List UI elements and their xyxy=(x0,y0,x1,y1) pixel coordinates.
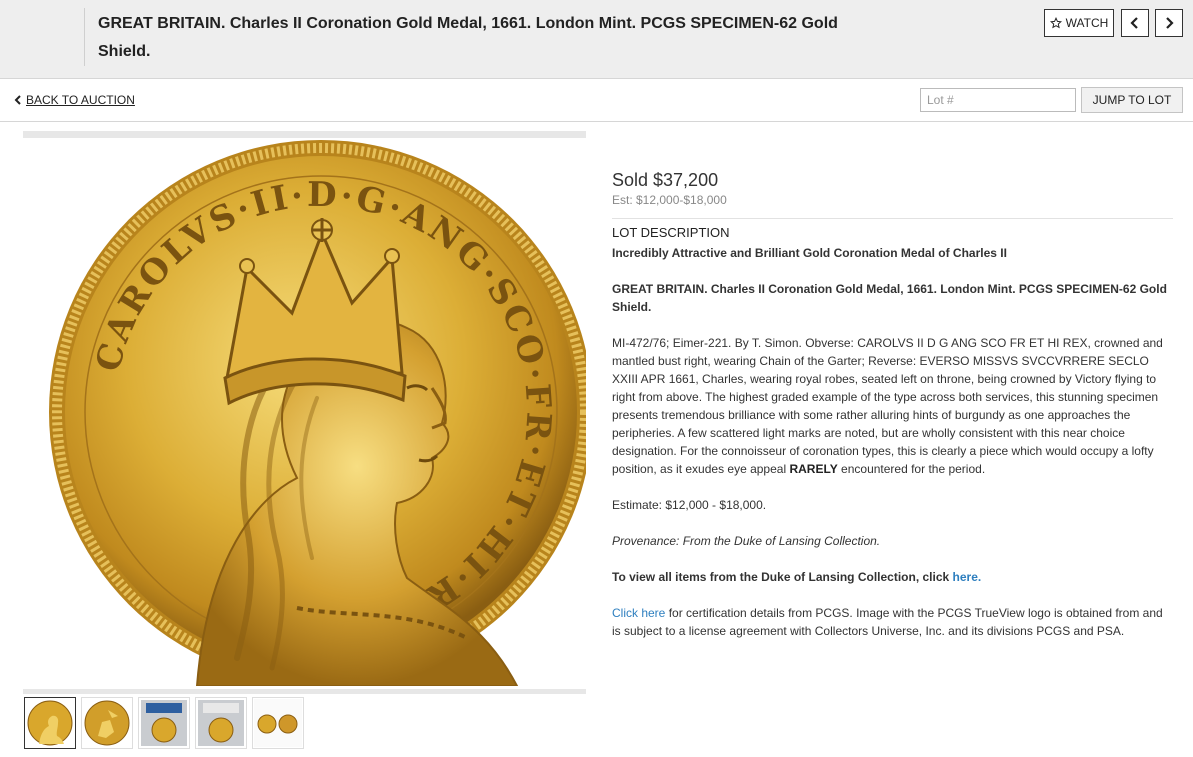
view-all-text: To view all items from the Duke of Lansi… xyxy=(612,570,950,584)
lot-description: Incredibly Attractive and Brilliant Gold… xyxy=(612,244,1173,640)
previous-lot-button[interactable] xyxy=(1121,9,1149,37)
back-label: BACK TO AUCTION xyxy=(26,93,135,107)
lot-headline: Incredibly Attractive and Brilliant Gold… xyxy=(612,246,1007,260)
next-lot-button[interactable] xyxy=(1155,9,1183,37)
lot-nav-bar: BACK TO AUCTION JUMP TO LOT xyxy=(0,79,1193,122)
divider xyxy=(612,218,1173,219)
chevron-right-icon xyxy=(1166,17,1174,29)
thumbnail-obverse[interactable] xyxy=(24,697,76,749)
trueview-thumbnail-image xyxy=(254,699,302,747)
lot-description-heading: LOT DESCRIPTION xyxy=(612,225,730,240)
watch-label: WATCH xyxy=(1065,16,1109,30)
lot-title: GREAT BRITAIN. Charles II Coronation Gol… xyxy=(612,282,1167,314)
thumbnail-slab-front[interactable] xyxy=(138,697,190,749)
jump-to-lot-button[interactable]: JUMP TO LOT xyxy=(1081,87,1183,113)
certification-text: for certification details from PCGS. Ima… xyxy=(612,606,1163,638)
thumbnail-strip xyxy=(24,697,304,749)
description-tail: encountered for the period. xyxy=(841,462,986,476)
chevron-left-icon xyxy=(14,95,21,105)
lot-number-input[interactable] xyxy=(920,88,1076,112)
certification-line: Click here for certification details fro… xyxy=(612,604,1173,640)
star-icon xyxy=(1049,17,1062,29)
description-emphasis: RARELY xyxy=(789,462,838,476)
thumbnail-trueview[interactable] xyxy=(252,697,304,749)
lot-header-bar: GREAT BRITAIN. Charles II Coronation Gol… xyxy=(0,0,1193,79)
chevron-left-icon xyxy=(1130,17,1138,29)
view-all-link[interactable]: here. xyxy=(953,570,982,584)
sold-price: Sold $37,200 xyxy=(612,170,719,190)
header-divider xyxy=(84,8,85,66)
certification-link[interactable]: Click here xyxy=(612,606,665,620)
coin-thumbnail-image xyxy=(27,700,73,746)
back-to-auction-link[interactable]: BACK TO AUCTION xyxy=(14,93,135,107)
provenance: Provenance: From the Duke of Lansing Col… xyxy=(612,534,881,548)
coin-thumbnail-image xyxy=(84,700,130,746)
view-all-line: To view all items from the Duke of Lansi… xyxy=(612,568,1173,586)
main-image-frame[interactable]: CAROLVS·II·D·G·ANG·SCO·FR·ET·HI·REX xyxy=(23,138,586,689)
lot-info-panel: Sold $37,200 Est: $12,000-$18,000 LOT DE… xyxy=(612,168,1173,640)
estimate-range: Est: $12,000-$18,000 xyxy=(612,193,727,207)
estimate-line: Estimate: $12,000 - $18,000. xyxy=(612,498,767,512)
thumbnail-reverse[interactable] xyxy=(81,697,133,749)
lot-description-body: MI-472/76; Eimer-221. By T. Simon. Obver… xyxy=(612,334,1173,478)
page-title: GREAT BRITAIN. Charles II Coronation Gol… xyxy=(98,15,838,60)
thumbnail-slab-back[interactable] xyxy=(195,697,247,749)
coin-obverse-image: CAROLVS·II·D·G·ANG·SCO·FR·ET·HI·REX xyxy=(49,140,586,686)
description-main: MI-472/76; Eimer-221. By T. Simon. Obver… xyxy=(612,336,1163,476)
slab-thumbnail-image xyxy=(141,700,187,746)
watch-button[interactable]: WATCH xyxy=(1044,9,1114,37)
slab-thumbnail-image xyxy=(198,700,244,746)
